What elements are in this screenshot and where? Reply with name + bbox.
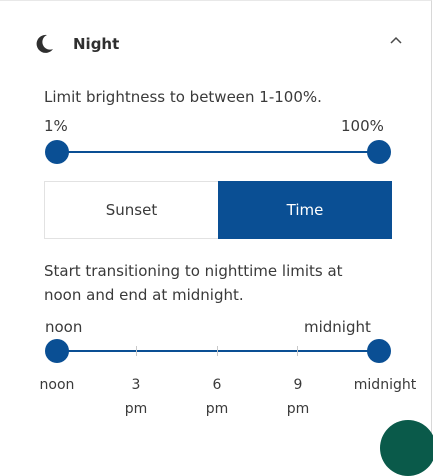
chevron-up-icon[interactable]	[386, 31, 406, 51]
tick-label: noon	[30, 373, 84, 397]
moon-icon	[36, 34, 53, 53]
schedule-description-line2: noon and end at midnight.	[44, 286, 244, 304]
tick-label: 6 pm	[197, 373, 237, 421]
schedule-tick	[136, 346, 137, 356]
section-title: Night	[73, 35, 120, 53]
tick-label: 3 pm	[116, 373, 156, 421]
tick-label-top: 9	[293, 377, 303, 393]
brightness-max-label: 100%	[341, 117, 384, 135]
time-mode-button[interactable]: Time	[218, 181, 392, 239]
floating-action-button[interactable]	[380, 420, 433, 476]
schedule-tick	[217, 346, 218, 356]
brightness-description: Limit brightness to between 1-100%.	[44, 88, 322, 106]
tick-label-top: noon	[39, 377, 75, 393]
brightness-track	[57, 151, 379, 153]
schedule-description-line1: Start transitioning to nighttime limits …	[44, 262, 343, 280]
night-section-header[interactable]: Night	[33, 31, 413, 61]
tick-label-bottom: pm	[205, 401, 229, 417]
night-settings-card: Night Limit brightness to between 1-100%…	[0, 0, 432, 434]
tick-label-top: midnight	[353, 377, 417, 393]
tick-label-bottom: pm	[124, 401, 148, 417]
tick-label-top: 6	[212, 377, 222, 393]
schedule-description: Start transitioning to nighttime limits …	[44, 259, 343, 307]
schedule-start-handle[interactable]	[45, 339, 69, 363]
tick-label-top: 3	[131, 377, 141, 393]
tick-label: midnight	[344, 373, 426, 397]
brightness-max-handle[interactable]	[367, 140, 391, 164]
sunset-mode-button[interactable]: Sunset	[44, 181, 218, 239]
schedule-start-label: noon	[45, 318, 83, 336]
schedule-end-handle[interactable]	[367, 339, 391, 363]
brightness-min-handle[interactable]	[45, 140, 69, 164]
brightness-min-label: 1%	[44, 117, 68, 135]
tick-label-bottom: pm	[286, 401, 310, 417]
schedule-tick	[297, 346, 298, 356]
schedule-end-label: midnight	[304, 318, 371, 336]
tick-label: 9 pm	[278, 373, 318, 421]
schedule-track	[57, 350, 379, 352]
